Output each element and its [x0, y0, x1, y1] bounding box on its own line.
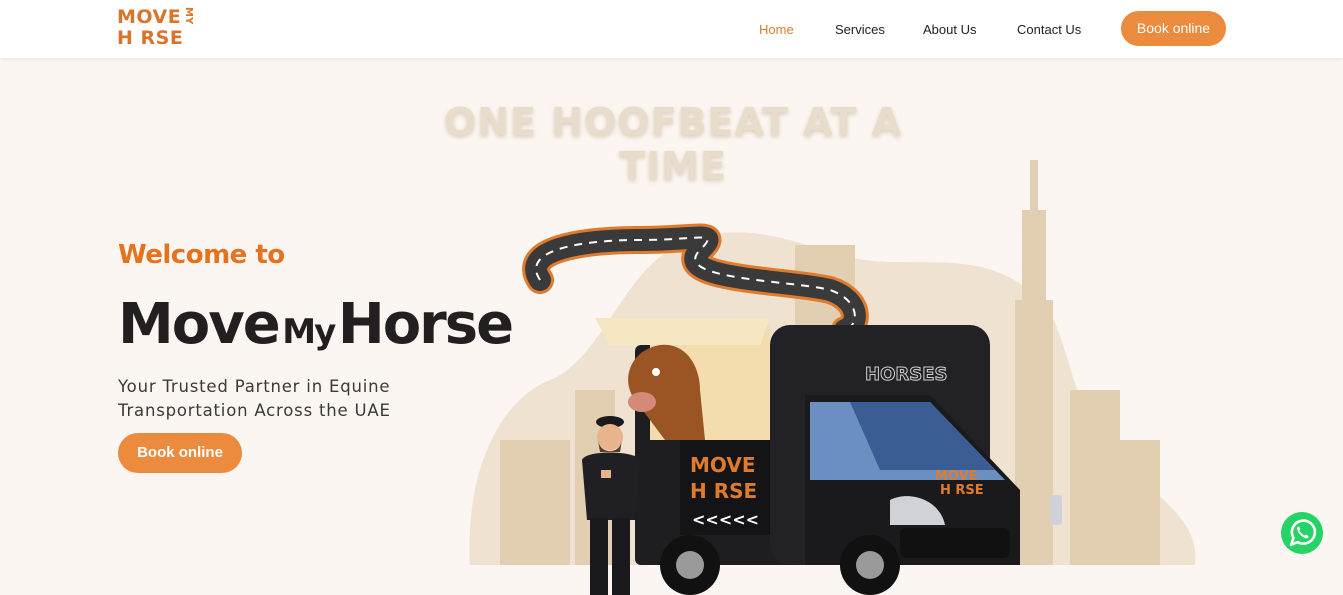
truck-hood-logo-line-1: MOVE [935, 469, 978, 484]
nav-about-us[interactable]: About Us [923, 22, 976, 37]
book-online-hero-button[interactable]: Book online [118, 433, 242, 473]
whatsapp-icon[interactable] [1279, 510, 1325, 556]
svg-text:<<<<<: <<<<< [692, 510, 759, 529]
book-online-header-button[interactable]: Book online [1121, 11, 1226, 46]
logo-line-1: MOVE [117, 6, 182, 28]
nav-contact-us[interactable]: Contact Us [1017, 22, 1081, 37]
nav-services[interactable]: Services [835, 22, 885, 37]
nav-home[interactable]: Home [759, 22, 794, 37]
truck-door-logo-line-2: H RSE [690, 479, 757, 503]
truck-hood-logo-line-2: H RSE [940, 483, 984, 498]
truck-door-logo-line-1: MOVE [690, 453, 756, 477]
brand-move: Move [118, 292, 281, 357]
site-header: MOVE H RSE MY Home Services About Us Con… [0, 0, 1343, 58]
logo-line-2: H RSE [117, 27, 184, 49]
logo-my: MY [183, 7, 194, 25]
welcome-heading: Welcome to [118, 240, 285, 270]
brand-my: My [282, 312, 336, 352]
brand-heading: Move My Horse [118, 292, 514, 357]
truck-horses-label: HORSES [865, 364, 947, 385]
logo[interactable]: MOVE H RSE MY [117, 6, 199, 50]
hero-illustration: MOVE H RSE <<<<< HORSES MOVE H RSE [469, 160, 1196, 595]
hero-subtitle: Your Trusted Partner in Equine Transport… [118, 377, 391, 420]
